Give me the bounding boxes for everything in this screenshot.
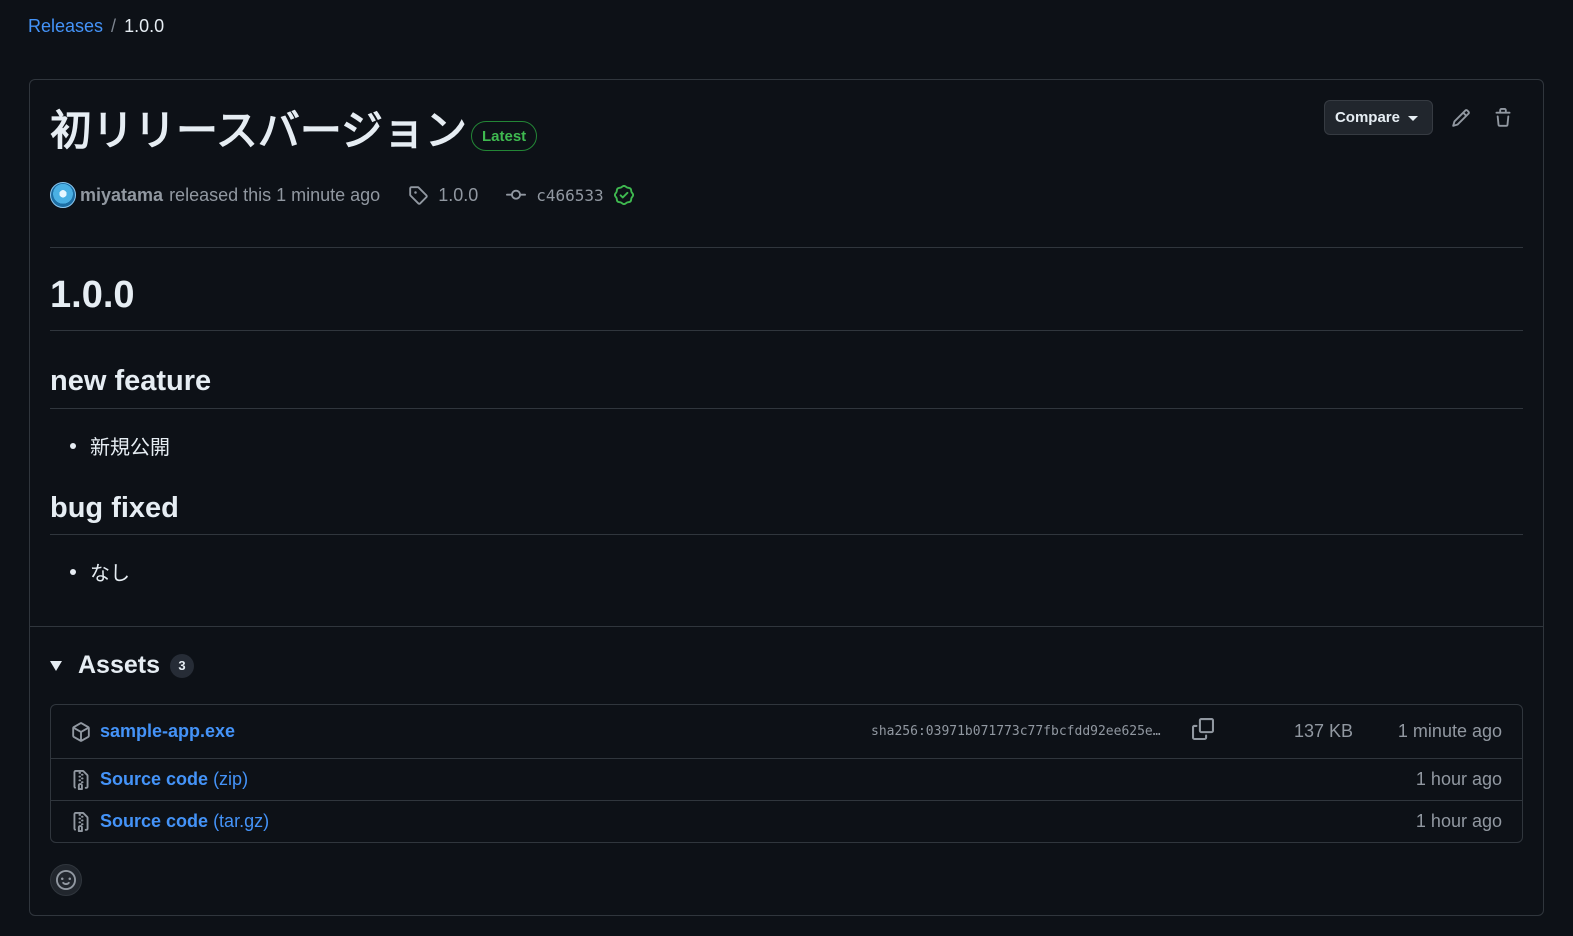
- bullet-icon: [70, 568, 76, 575]
- verified-check-icon: [613, 185, 634, 205]
- edit-button[interactable]: [1447, 104, 1475, 132]
- latest-badge: Latest: [471, 121, 538, 151]
- trash-icon: [1495, 107, 1511, 127]
- author-link[interactable]: miyatama: [80, 185, 163, 206]
- heading-divider: [50, 330, 1523, 331]
- list-item: なし: [70, 557, 130, 586]
- section-heading-new-feature: new feature: [50, 365, 212, 397]
- assets-title: Assets: [78, 651, 160, 679]
- release-body: 初リリースバージョン Latest Compare miyatama relea…: [30, 80, 1543, 626]
- file-zip-icon: [73, 811, 89, 832]
- asset-download-link[interactable]: sample-app.exe: [100, 721, 235, 742]
- release-actions: Compare: [1323, 100, 1517, 135]
- commit-link[interactable]: c466533: [506, 185, 634, 205]
- section-divider: [50, 534, 1523, 535]
- assets-list: sample-app.exe sha256:03971b071773c77fbc…: [50, 704, 1523, 843]
- commit-hash: c466533: [536, 185, 604, 205]
- asset-size: 137 KB: [1294, 721, 1354, 741]
- chevron-down-icon: [1408, 116, 1418, 121]
- breadcrumb-separator: /: [111, 16, 117, 36]
- asset-ext: (tar.gz): [213, 811, 270, 831]
- tag-link[interactable]: 1.0.0: [408, 185, 478, 206]
- asset-time: 1 minute ago: [1397, 721, 1502, 741]
- release-title: 初リリースバージョン: [50, 106, 468, 155]
- asset-row-sample-app: sample-app.exe sha256:03971b071773c77fbc…: [51, 705, 1522, 758]
- add-reaction-button[interactable]: [50, 864, 82, 896]
- source-targz-link[interactable]: Source code (tar.gz): [100, 811, 269, 832]
- release-meta: miyatama released this 1 minute ago 1.0.…: [50, 182, 634, 208]
- asset-name: sample-app.exe: [100, 721, 236, 741]
- section-heading-bug-fixed: bug fixed: [50, 492, 179, 524]
- smiley-icon: [56, 870, 76, 890]
- breadcrumb-releases-link[interactable]: Releases: [28, 16, 103, 37]
- asset-row-source-zip: Source code (zip) 1 hour ago: [51, 759, 1522, 800]
- tag-label: 1.0.0: [438, 184, 479, 205]
- assets-toggle[interactable]: Assets 3: [50, 651, 194, 680]
- asset-name: Source code: [100, 769, 209, 789]
- tag-icon: [409, 186, 428, 205]
- copy-button[interactable]: [1192, 718, 1214, 745]
- asset-time: 1 hour ago: [1415, 811, 1502, 831]
- git-commit-icon: [506, 189, 527, 200]
- breadcrumb-current: 1.0.0: [124, 16, 165, 36]
- avatar[interactable]: [50, 182, 76, 208]
- pencil-icon: [1452, 108, 1470, 127]
- asset-name: Source code: [100, 811, 209, 831]
- file-zip-icon: [73, 769, 89, 790]
- notes-heading: 1.0.0: [50, 274, 135, 316]
- list-item-text: なし: [90, 561, 130, 585]
- release-card: 初リリースバージョン Latest Compare miyatama relea…: [29, 79, 1544, 916]
- list-item: 新規公開: [70, 431, 170, 460]
- asset-ext: (zip): [213, 769, 249, 789]
- list-item-text: 新規公開: [90, 435, 170, 459]
- breadcrumb: Releases / 1.0.0: [28, 16, 164, 37]
- package-icon: [72, 721, 90, 742]
- triangle-down-icon: [50, 660, 62, 671]
- copy-icon: [1192, 718, 1214, 740]
- assets-divider: [30, 626, 1543, 627]
- compare-button[interactable]: Compare: [1323, 100, 1433, 135]
- meta-divider: [50, 247, 1523, 248]
- asset-sha: sha256:03971b071773c77fbcfdd92ee625e…: [871, 724, 1161, 739]
- section-divider: [50, 408, 1523, 409]
- bullet-icon: [70, 442, 76, 449]
- delete-button[interactable]: [1489, 104, 1517, 132]
- asset-row-source-targz: Source code (tar.gz) 1 hour ago: [51, 801, 1522, 842]
- source-zip-link[interactable]: Source code (zip): [100, 769, 248, 790]
- compare-label: Compare: [1334, 109, 1400, 126]
- assets-count-badge: 3: [170, 653, 194, 678]
- asset-time: 1 hour ago: [1415, 769, 1502, 789]
- released-text: released this 1 minute ago: [169, 184, 381, 205]
